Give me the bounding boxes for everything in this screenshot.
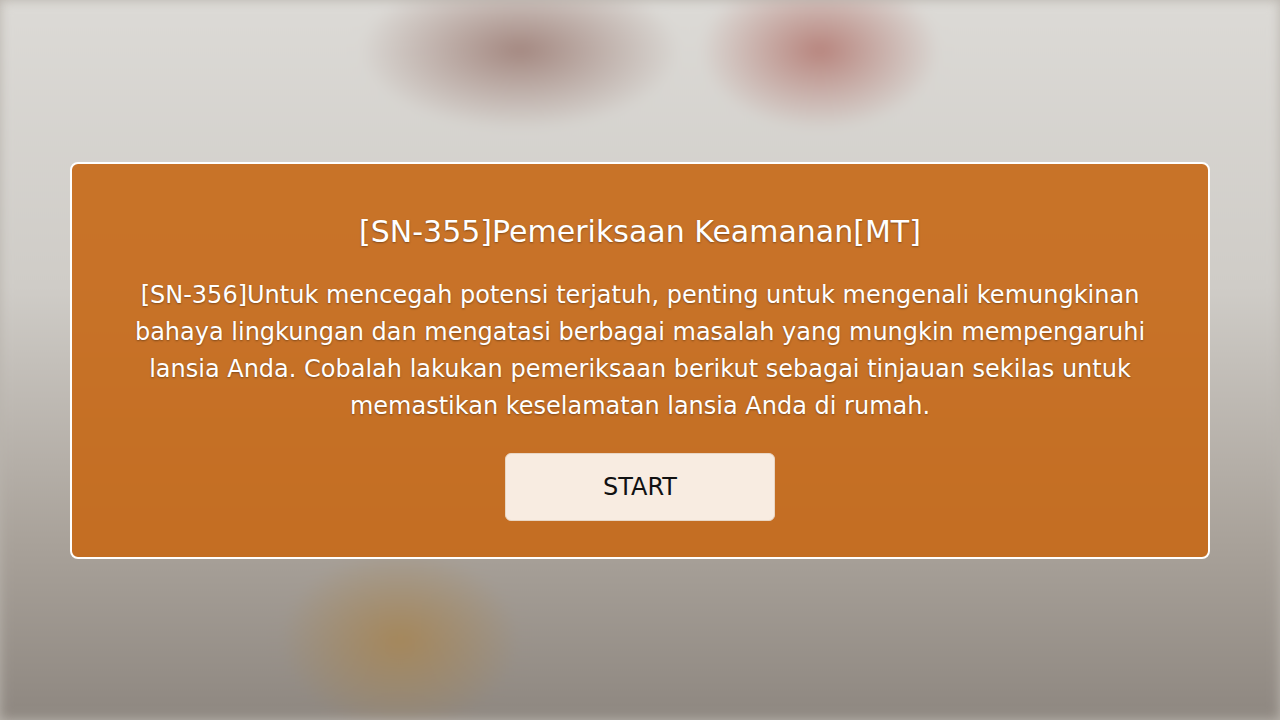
dialog-body: [SN-356]Untuk mencegah potensi terjatuh,… bbox=[108, 277, 1172, 425]
dialog-title: [SN-355]Pemeriksaan Keamanan[MT] bbox=[359, 214, 921, 249]
safety-check-dialog: [SN-355]Pemeriksaan Keamanan[MT] [SN-356… bbox=[70, 162, 1210, 559]
start-button[interactable]: START bbox=[505, 453, 775, 521]
scene-background: [SN-355]Pemeriksaan Keamanan[MT] [SN-356… bbox=[0, 0, 1280, 720]
